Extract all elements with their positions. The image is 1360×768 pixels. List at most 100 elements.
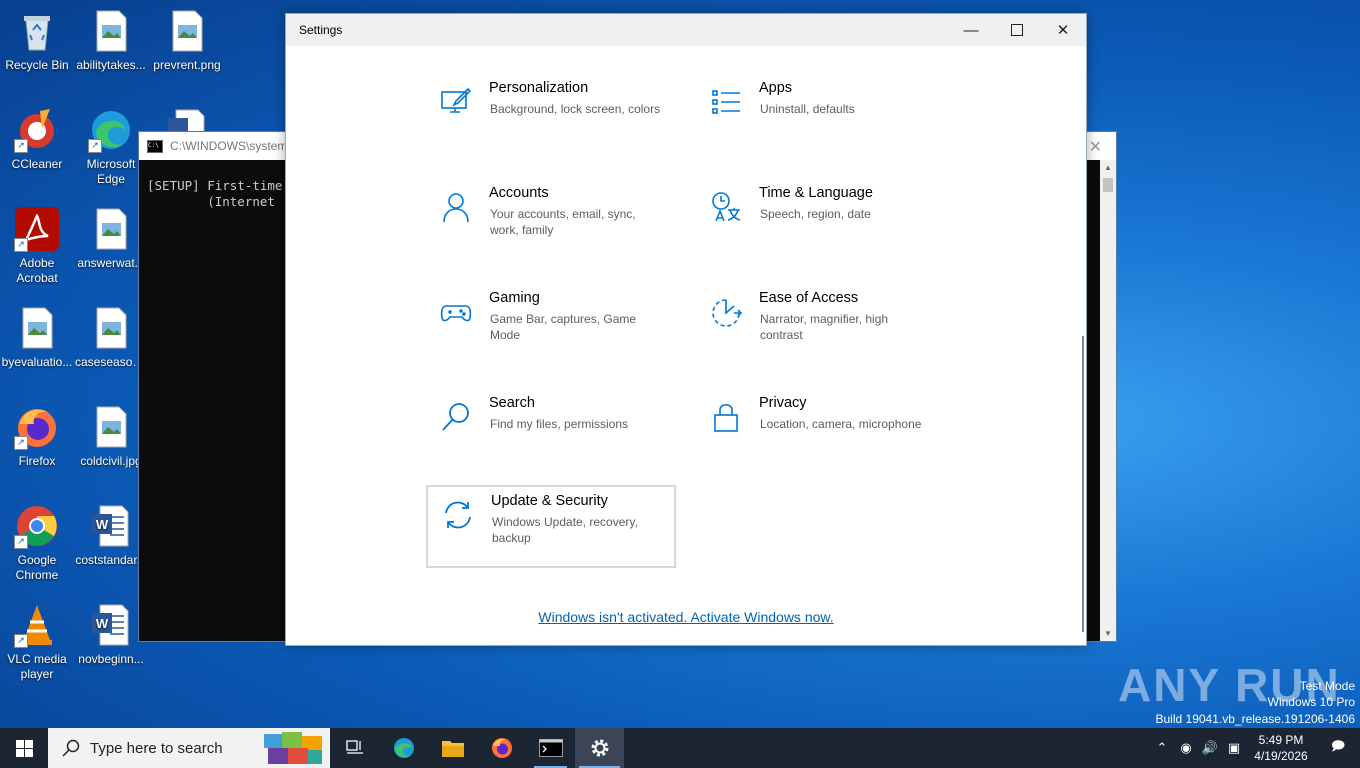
settings-item-desc: Your accounts, email, sync, work, family	[490, 207, 636, 237]
settings-item-desc: Location, camera, microphone	[760, 417, 922, 431]
apps-icon	[710, 86, 742, 118]
settings-item-privacy[interactable]: Privacy Location, camera, microphone	[696, 389, 936, 459]
console-title: C:\WINDOWS\system32	[170, 139, 301, 153]
taskbar-settings[interactable]	[575, 728, 624, 768]
firefox-icon: ↗	[14, 404, 60, 450]
edition-label: Windows 10 Pro	[1267, 695, 1355, 709]
image-file-icon	[88, 206, 134, 252]
svg-text:W: W	[96, 517, 109, 532]
image-file-icon	[164, 8, 210, 54]
desktop-icon-file[interactable]: caseseason...	[75, 305, 147, 370]
vlc-icon: ↗	[14, 602, 60, 648]
desktop-icon-recycle-bin[interactable]: Recycle Bin	[1, 8, 73, 73]
search-icon	[62, 739, 80, 757]
activate-windows-link[interactable]: Windows isn't activated. Activate Window…	[286, 609, 1086, 625]
settings-item-title: Personalization	[489, 80, 589, 96]
taskbar-console[interactable]	[526, 728, 575, 768]
system-tray: ⌃ ◉ 🔊 ▣ 5:49 PM 4/19/2026 🗩	[1150, 728, 1360, 768]
start-button[interactable]	[0, 728, 48, 768]
folder-icon	[441, 741, 464, 757]
desktop-icon-file[interactable]: answerwat...	[75, 206, 147, 271]
close-button[interactable]: ✕	[1040, 14, 1086, 46]
desktop-icon-acrobat[interactable]: ↗ Adobe Acrobat	[1, 206, 73, 286]
settings-item-update-security[interactable]: Update & Security Windows Update, recove…	[426, 485, 676, 568]
network-icon[interactable]: ▣	[1222, 740, 1246, 756]
meet-now-icon[interactable]: ◉	[1174, 740, 1198, 756]
desktop-icon-edge[interactable]: ↗ Microsoft Edge	[75, 107, 147, 187]
console-icon: C:\	[147, 139, 163, 153]
settings-item-accounts[interactable]: Accounts Your accounts, email, sync, wor…	[426, 179, 666, 249]
chevron-up-icon[interactable]: ⌃	[1150, 740, 1174, 756]
firefox-icon	[491, 738, 512, 758]
lock-icon	[710, 401, 742, 433]
volume-icon[interactable]: 🔊	[1198, 740, 1222, 756]
chrome-icon: ↗	[14, 503, 60, 549]
settings-item-gaming[interactable]: Gaming Game Bar, captures, Game Mode	[426, 284, 666, 354]
taskbar-edge[interactable]	[379, 728, 428, 768]
test-mode-label: Test Mode	[1299, 679, 1355, 693]
settings-window[interactable]: Settings — ✕ Personalization Background,…	[285, 13, 1087, 646]
desktop-icon-file[interactable]: byevaluatio...	[1, 305, 73, 370]
maximize-button[interactable]	[994, 14, 1040, 46]
notification-icon[interactable]: 🗩	[1316, 737, 1360, 759]
settings-item-desc: Find my files, permissions	[490, 417, 629, 431]
task-view-icon	[345, 740, 363, 754]
svg-text:W: W	[96, 616, 109, 631]
settings-item-title: Apps	[759, 80, 793, 96]
settings-item-personalization[interactable]: Personalization Background, lock screen,…	[426, 74, 666, 144]
taskbar-firefox[interactable]	[477, 728, 526, 768]
edge-icon: ↗	[88, 107, 134, 153]
desktop-icon-file[interactable]: abilitytakes...	[75, 8, 147, 73]
taskbar-file-explorer[interactable]	[428, 728, 477, 768]
build-label: Build 19041.vb_release.191206-1406	[1155, 712, 1356, 726]
windows-logo-icon	[15, 739, 33, 757]
settings-item-apps[interactable]: Apps Uninstall, defaults	[696, 74, 936, 144]
close-icon[interactable]: ✕	[1089, 137, 1102, 157]
settings-item-desc: Uninstall, defaults	[760, 102, 855, 116]
settings-item-ease-of-access[interactable]: Ease of Access Narrator, magnifier, high…	[696, 284, 936, 354]
taskbar-search-box[interactable]: Type here to search	[48, 728, 330, 768]
accounts-icon	[440, 191, 472, 223]
desktop-icon-firefox[interactable]: ↗ Firefox	[1, 404, 73, 469]
settings-item-title: Accounts	[489, 185, 549, 201]
settings-scrollbar[interactable]	[1082, 336, 1084, 632]
clock[interactable]: 5:49 PM 4/19/2026	[1246, 732, 1316, 764]
settings-item-desc: Background, lock screen, colors	[490, 102, 661, 116]
console-icon	[538, 739, 563, 757]
settings-item-title: Privacy	[759, 395, 807, 411]
scroll-up-arrow-icon[interactable]: ▲	[1100, 163, 1116, 172]
word-doc-icon: W	[88, 602, 134, 648]
settings-titlebar[interactable]: Settings — ✕	[286, 14, 1086, 46]
desktop-icon-file[interactable]: coldcivil.jpg	[75, 404, 147, 469]
recycle-bin-icon	[14, 8, 60, 54]
console-scrollbar[interactable]: ▲ ▼	[1100, 160, 1116, 641]
image-file-icon	[14, 305, 60, 351]
clock-date: 4/19/2026	[1254, 749, 1308, 763]
settings-item-title: Ease of Access	[759, 290, 859, 306]
personalization-icon	[440, 86, 472, 118]
scrollbar-thumb[interactable]	[1103, 178, 1113, 192]
settings-item-desc: Windows Update, recovery, backup	[492, 515, 638, 545]
desktop-icon-ccleaner[interactable]: ↗ CCleaner	[1, 107, 73, 172]
settings-item-search[interactable]: Search Find my files, permissions	[426, 389, 666, 459]
settings-item-title: Time & Language	[759, 185, 873, 201]
maximize-icon	[1011, 24, 1023, 36]
settings-item-desc: Narrator, magnifier, high contrast	[760, 312, 889, 342]
minimize-button[interactable]: —	[948, 14, 994, 46]
desktop-icon-chrome[interactable]: ↗ Google Chrome	[1, 503, 73, 583]
settings-item-time-language[interactable]: Time & Language Speech, region, date	[696, 179, 936, 249]
search-placeholder: Type here to search	[90, 739, 223, 757]
desktop-icon-file[interactable]: W coststandar...	[75, 503, 147, 568]
desktop-icon-vlc[interactable]: ↗ VLC media player	[1, 602, 73, 682]
desktop-icon-file[interactable]: W novbeginn...	[75, 602, 147, 667]
taskbar: Type here to search ⌃ ◉ 🔊 ▣ 5:49 PM 4/19…	[0, 728, 1360, 768]
update-icon	[442, 499, 474, 531]
scroll-down-arrow-icon[interactable]: ▼	[1100, 629, 1116, 638]
image-file-icon	[88, 305, 134, 351]
task-view-button[interactable]	[330, 728, 379, 768]
image-file-icon	[88, 404, 134, 450]
desktop-icon-file[interactable]: prevrent.png	[151, 8, 223, 73]
ease-of-access-icon	[710, 296, 743, 328]
clock-time: 5:49 PM	[1258, 733, 1304, 747]
settings-item-title: Update & Security	[491, 493, 608, 509]
